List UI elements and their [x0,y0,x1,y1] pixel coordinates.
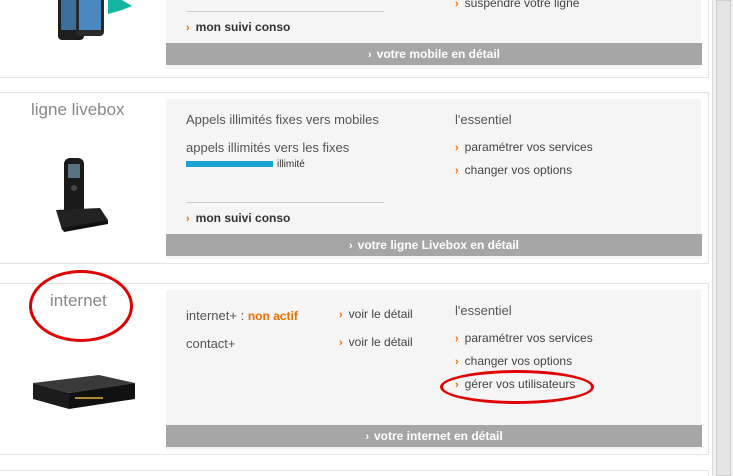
livebox-detail-bar[interactable]: › votre ligne Livebox en détail [166,234,702,256]
scrollbar-thumb[interactable] [716,0,731,476]
suspend-line-link[interactable]: › suspendre votre ligne [455,0,579,10]
livebox-divider [186,202,384,203]
internet-plus-status: non actif [247,309,298,323]
internet-title-highlight [29,270,133,342]
vertical-scrollbar[interactable] [712,0,733,476]
mobile-suivi-conso-link[interactable]: › mon suivi conso [186,20,290,34]
livebox-changer-options-link[interactable]: › changer vos options [455,163,572,177]
livebox-parametrer-link[interactable]: › paramétrer vos services [455,140,593,154]
livebox-usage-line1: Appels illimités fixes vers mobiles [186,112,379,127]
mobile-divider [186,11,384,12]
livebox-title: ligne livebox [31,100,125,119]
next-card [0,470,709,476]
chevron-right-icon: › [455,333,459,345]
livebox-suivi-conso-link[interactable]: › mon suivi conso [186,211,290,225]
mobile-detail-bar[interactable]: › votre mobile en détail [166,43,702,65]
internet-changer-options-link[interactable]: › changer vos options [455,354,572,368]
chevron-right-icon: › [186,213,190,225]
internet-detail-bar[interactable]: › votre internet en détail [166,425,702,447]
chevron-right-icon: › [367,49,372,61]
chevron-right-icon: › [348,240,353,252]
chevron-right-icon: › [186,22,190,34]
chevron-right-icon: › [455,165,459,177]
livebox-usage-line2: appels illimités vers les fixes [186,140,350,155]
cordless-phone-image [52,158,112,233]
chevron-right-icon: › [455,0,459,10]
chevron-right-icon: › [455,356,459,368]
chevron-right-icon: › [455,142,459,154]
chevron-right-icon: › [339,337,343,349]
livebox-essentiel-title: l'essentiel [455,112,512,127]
livebox-router-image [29,373,139,415]
internet-plus-detail-link[interactable]: › voir le détail [339,307,413,321]
chevron-right-icon: › [339,309,343,321]
contact-plus-detail-link[interactable]: › voir le détail [339,335,413,349]
internet-plus-label: internet+ : non actif [186,308,298,323]
usage-badge: illimité [277,159,305,170]
mobile-phone-image [56,0,132,42]
contact-plus-label: contact+ [186,336,236,351]
internet-parametrer-link[interactable]: › paramétrer vos services [455,331,593,345]
chevron-right-icon: › [365,431,369,443]
usage-bar [186,161,273,167]
internet-essentiel-title: l'essentiel [455,303,512,318]
gerer-utilisateurs-highlight [440,370,594,404]
